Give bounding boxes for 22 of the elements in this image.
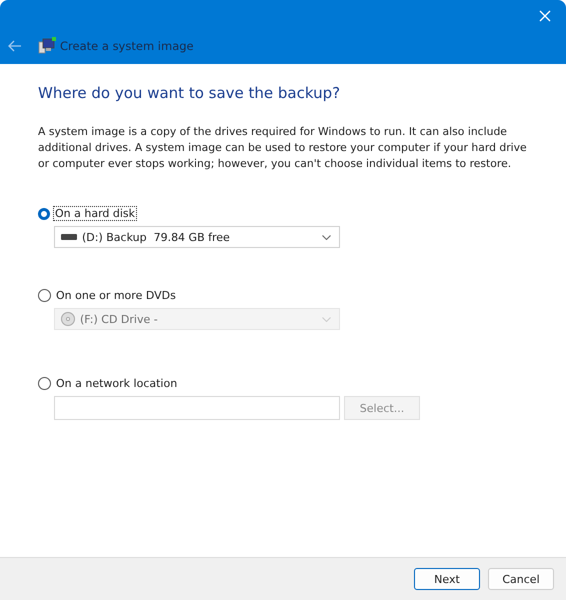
drive-icon [61,234,77,240]
dialog-button[interactable]: Next [414,568,480,590]
disc-icon [61,312,75,326]
dropdown-value: (F:) CD Drive - [80,312,159,326]
network-path-field[interactable] [54,396,340,420]
chevron-down-icon [322,234,331,240]
option-label[interactable]: On a network location [54,376,180,391]
chevron-down-icon [322,316,331,322]
close-icon[interactable] [539,10,551,22]
dialog-button[interactable]: Cancel [488,568,554,590]
radio-button[interactable] [38,377,51,390]
dropdown-value: (D:) Backup 79.84 GB free [82,230,231,244]
option-label[interactable]: On a hard disk [53,206,138,221]
option-label[interactable]: On one or more DVDs [54,288,178,303]
back-arrow-icon[interactable] [8,40,22,52]
drive-dropdown[interactable]: (D:) Backup 79.84 GB free [54,226,340,248]
radio-button[interactable] [38,289,51,302]
page-heading: Where do you want to save the backup? [38,84,342,102]
description-text: A system image is a copy of the drives required for Windows to run. It can also include additional drives. A system image can be used to restore your computer if your hard drive or computer ever stops working; however, you can't choose individual items to restore. [38,124,528,172]
window-title: Create a system image [60,38,194,52]
radio-button[interactable] [38,208,50,220]
computer-icon [38,37,56,54]
